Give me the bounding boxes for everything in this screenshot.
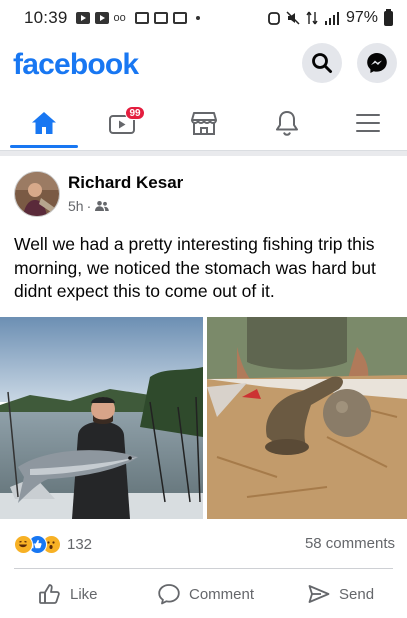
post-photo-fisherman[interactable] (0, 317, 203, 519)
active-tab-indicator (10, 145, 78, 148)
like-label: Like (70, 585, 98, 603)
post-actions: Like Comment Send (0, 578, 407, 610)
voicemail-icon: oo (113, 12, 126, 24)
send-icon (308, 585, 330, 603)
haha-reaction-icon (14, 534, 33, 554)
actions-divider (14, 568, 393, 569)
comments-count[interactable]: 58 comments (305, 535, 395, 552)
object-photo (207, 317, 407, 519)
reaction-count: 132 (67, 535, 93, 553)
data-transfer-icon (306, 11, 318, 25)
notification-icons: oo (75, 12, 200, 24)
app-header: facebook (0, 40, 407, 92)
status-bar: 10:39 oo 97% (0, 0, 407, 36)
shield-icon (172, 12, 187, 24)
tab-menu[interactable] (338, 98, 398, 148)
friends-icon (95, 201, 110, 211)
main-nav: 99 (0, 98, 407, 148)
post-meta: 5h · (68, 198, 110, 214)
clock: 10:39 (24, 8, 68, 27)
bell-icon (276, 111, 298, 136)
system-icons: 97% (268, 8, 393, 27)
post-time[interactable]: 5h (68, 198, 84, 214)
feed-divider (0, 150, 407, 156)
fisherman-photo (0, 317, 203, 519)
app-notification-icon (134, 12, 149, 24)
tab-home[interactable] (10, 98, 78, 148)
facebook-logo[interactable]: facebook (13, 48, 139, 82)
like-button[interactable]: Like (38, 578, 98, 610)
send-label: Send (339, 585, 375, 603)
app-notification-icon (153, 12, 168, 24)
send-button[interactable]: Send (307, 578, 374, 610)
comment-label: Comment (189, 585, 255, 603)
comment-icon (158, 584, 180, 605)
tab-marketplace[interactable] (174, 98, 234, 148)
tab-notifications[interactable] (257, 98, 317, 148)
avatar-image (15, 172, 59, 216)
alarm-icon (268, 12, 280, 25)
post-header: Richard Kesar 5h · (0, 166, 407, 226)
marketplace-icon (191, 112, 217, 135)
messenger-icon (367, 53, 387, 73)
more-notifications-dot-icon (195, 16, 200, 20)
thumbs-up-icon (39, 584, 60, 604)
search-icon (312, 53, 332, 73)
watch-badge: 99 (125, 106, 145, 120)
post-author[interactable]: Richard Kesar (68, 173, 183, 193)
search-button[interactable] (302, 43, 342, 83)
meta-separator: · (86, 198, 92, 214)
mute-icon (286, 11, 300, 25)
tab-watch[interactable]: 99 (92, 98, 152, 148)
signal-icon (324, 12, 339, 25)
youtube-icon (75, 12, 90, 24)
avatar[interactable] (14, 171, 60, 217)
post-text: Well we had a pretty interesting fishing… (14, 234, 376, 301)
reactions-summary[interactable]: 132 (14, 533, 92, 555)
messenger-button[interactable] (357, 43, 397, 83)
battery-percent: 97% (345, 9, 378, 26)
home-icon (32, 112, 56, 134)
battery-icon (384, 8, 393, 26)
comment-button[interactable]: Comment (157, 578, 254, 610)
hamburger-menu-icon (356, 114, 380, 132)
youtube-icon (94, 12, 109, 24)
post-photo-object[interactable] (207, 317, 407, 519)
